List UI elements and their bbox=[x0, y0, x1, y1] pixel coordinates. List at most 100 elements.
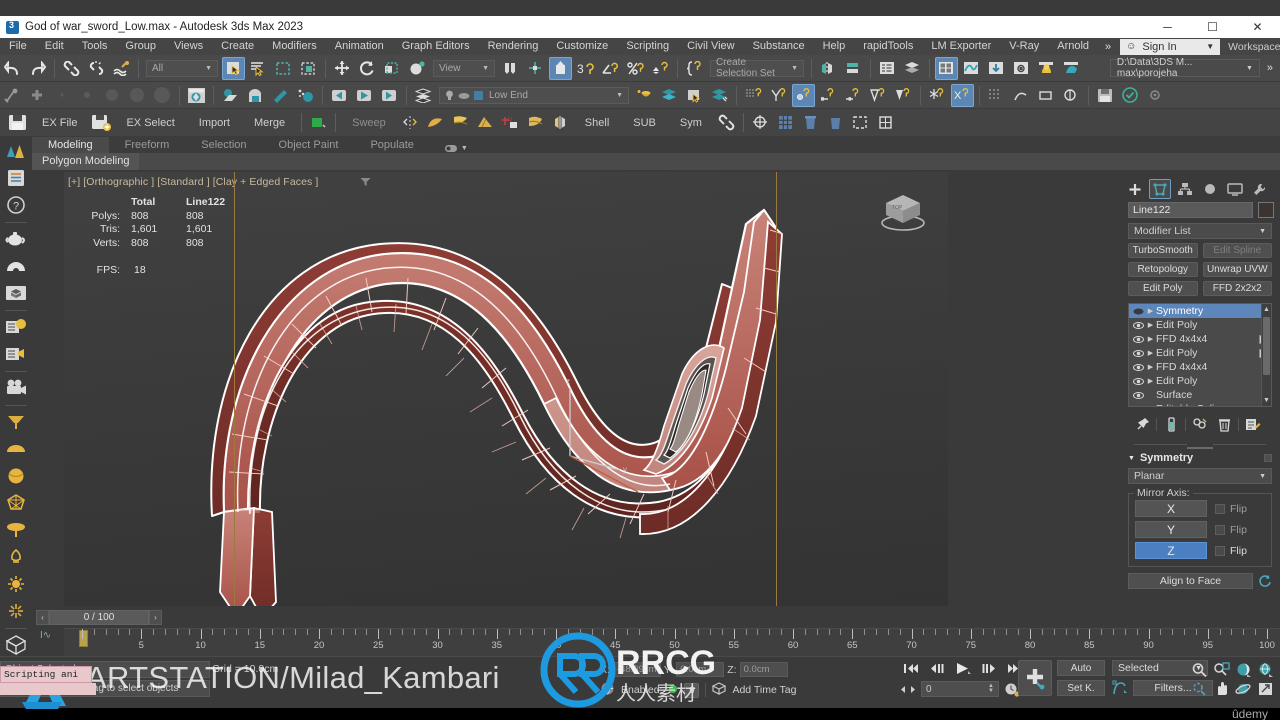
zoom-icon[interactable] bbox=[1188, 660, 1210, 679]
render-frame-window-icon[interactable] bbox=[1010, 57, 1033, 80]
delete-alt-icon[interactable] bbox=[824, 111, 847, 134]
material-editor-icon[interactable] bbox=[935, 56, 958, 80]
save-plus-icon[interactable] bbox=[90, 111, 113, 134]
rollout-grip[interactable] bbox=[1134, 441, 1266, 449]
ribbon-item-merge[interactable]: Merge bbox=[242, 117, 297, 129]
mirror-axis-z-button[interactable]: Z bbox=[1135, 542, 1207, 559]
zoom-all-icon[interactable] bbox=[1210, 660, 1232, 679]
spotlight-icon[interactable] bbox=[3, 409, 29, 435]
modifier-button-edit-poly[interactable]: Edit Poly bbox=[1128, 281, 1198, 296]
select-layer-icon[interactable] bbox=[683, 84, 706, 107]
select-object-icon[interactable] bbox=[222, 56, 245, 80]
frame-nav-icon[interactable] bbox=[900, 684, 916, 695]
visibility-icon[interactable] bbox=[1132, 308, 1145, 315]
menu-item-civil-view[interactable]: Civil View bbox=[678, 38, 743, 55]
next-keyframe-icon[interactable] bbox=[378, 84, 401, 107]
ribbon-item-import[interactable]: Import bbox=[187, 117, 242, 129]
next-frame-button[interactable]: › bbox=[149, 610, 162, 625]
expand-arrow-icon[interactable]: ▶ bbox=[1145, 307, 1156, 315]
set-key-button[interactable] bbox=[1018, 660, 1052, 696]
xy-snap-icon[interactable]: X bbox=[951, 83, 974, 107]
rollout-pin-icon[interactable] bbox=[1264, 454, 1272, 462]
toolbar-overflow-icon[interactable]: » bbox=[1260, 62, 1280, 74]
snap-to-midpoint-icon[interactable] bbox=[792, 83, 815, 107]
undo-icon[interactable] bbox=[1, 57, 24, 80]
help-icon[interactable]: ? bbox=[3, 192, 29, 218]
menu-item-arnold[interactable]: Arnold bbox=[1048, 38, 1098, 55]
key-mode-toggle[interactable]: I∿ bbox=[40, 630, 51, 641]
render-production-icon[interactable] bbox=[1035, 57, 1058, 80]
spline-tools-icon[interactable] bbox=[1010, 84, 1033, 107]
viewcube-small-icon[interactable] bbox=[3, 632, 29, 658]
caddy-icon[interactable] bbox=[1060, 84, 1083, 107]
expand-arrow-icon[interactable]: ▶ bbox=[1145, 321, 1156, 329]
burst-light-icon[interactable] bbox=[3, 598, 29, 624]
render-setup-icon[interactable] bbox=[985, 57, 1008, 80]
modify-tab[interactable] bbox=[1149, 179, 1171, 199]
trees-icon[interactable] bbox=[3, 138, 29, 164]
redo-icon[interactable] bbox=[26, 57, 49, 80]
use-selection-center-icon[interactable] bbox=[524, 57, 547, 80]
current-frame-spinner[interactable]: 0 ▲ ▼ bbox=[921, 681, 999, 697]
teapot-icon[interactable] bbox=[3, 226, 29, 252]
window-crossing-icon[interactable] bbox=[297, 57, 320, 80]
compact-material-editor-icon[interactable] bbox=[1, 84, 24, 107]
toggle-key-mode-icon[interactable] bbox=[600, 681, 615, 699]
select-and-scale-icon[interactable] bbox=[381, 57, 404, 80]
visibility-icon[interactable] bbox=[1132, 363, 1145, 371]
pin-stack-icon[interactable] bbox=[1132, 415, 1152, 433]
camera-setup-icon[interactable] bbox=[3, 341, 29, 367]
expand-arrow-icon[interactable]: ▶ bbox=[1145, 349, 1156, 357]
cut-icon[interactable]: u bbox=[499, 111, 522, 134]
menu-item-vray[interactable]: V-Ray bbox=[1000, 38, 1048, 55]
disc-light-icon[interactable] bbox=[3, 517, 29, 543]
modifier-stack-item-edit-poly-1[interactable]: ▶ Edit Poly bbox=[1129, 318, 1271, 332]
select-by-name-icon[interactable] bbox=[247, 57, 270, 80]
center-pivot-icon[interactable] bbox=[749, 111, 772, 134]
edit-named-selection-sets-icon[interactable] bbox=[683, 57, 706, 80]
menu-item-modifiers[interactable]: Modifiers bbox=[263, 38, 326, 55]
tab-populate[interactable]: Populate bbox=[354, 137, 429, 153]
particle-flow-icon[interactable] bbox=[294, 84, 317, 107]
grid-dots-icon[interactable] bbox=[985, 84, 1008, 107]
scroll-down-icon[interactable]: ▼ bbox=[1262, 395, 1271, 406]
align-to-face-button[interactable]: Align to Face bbox=[1128, 573, 1253, 589]
object-name-input[interactable]: Line122 bbox=[1128, 202, 1253, 218]
select-and-link-icon[interactable] bbox=[60, 57, 83, 80]
expand-arrow-icon[interactable]: ▶ bbox=[1145, 405, 1156, 406]
delete-icon[interactable] bbox=[799, 111, 822, 134]
add-time-tag-label[interactable]: Add Time Tag bbox=[732, 684, 796, 696]
visibility-icon[interactable] bbox=[1132, 377, 1145, 385]
notes-icon[interactable] bbox=[3, 165, 29, 191]
select-and-manipulate-icon[interactable] bbox=[549, 56, 572, 80]
add-light-icon[interactable] bbox=[633, 84, 656, 107]
bend-icon[interactable] bbox=[424, 111, 447, 134]
menu-item-graph-editors[interactable]: Graph Editors bbox=[393, 38, 479, 55]
key-count-button[interactable]: 0 bbox=[684, 682, 700, 698]
bake-to-texture-icon[interactable] bbox=[219, 84, 242, 107]
arc-shape-icon[interactable] bbox=[3, 253, 29, 279]
visibility-icon[interactable] bbox=[1132, 391, 1145, 399]
menu-item-scripting[interactable]: Scripting bbox=[617, 38, 678, 55]
modifier-stack-item-edit-poly-3[interactable]: ▶ Edit Poly bbox=[1129, 374, 1271, 388]
flip-z-checkbox[interactable] bbox=[1215, 545, 1225, 556]
light-setup-icon[interactable] bbox=[3, 314, 29, 340]
timeline-ruler[interactable]: 5 10 15 20 25 30 35 40 45 50 55 60 65 70 75 80 85 90 95 100 bbox=[64, 628, 1280, 658]
chamfer-icon[interactable] bbox=[524, 111, 547, 134]
set-key-toggle-button[interactable]: Set K. bbox=[1057, 680, 1105, 696]
menu-item-group[interactable]: Group bbox=[116, 38, 165, 55]
layer-manager-icon[interactable] bbox=[658, 84, 681, 107]
select-and-move-icon[interactable] bbox=[331, 57, 354, 80]
expand-arrow-icon[interactable]: ▶ bbox=[1145, 377, 1156, 385]
coord-z-input[interactable]: 0.0cm bbox=[739, 662, 788, 677]
create-tab[interactable] bbox=[1124, 179, 1146, 199]
menu-item-help[interactable]: Help bbox=[814, 38, 855, 55]
go-to-start-button[interactable] bbox=[900, 660, 922, 677]
modifier-stack-item-ffd-1[interactable]: ▶ FFD 4x4x4 bbox=[1129, 332, 1271, 346]
zoom-region-icon[interactable] bbox=[1254, 660, 1276, 679]
chevron-down-icon[interactable]: ▼ bbox=[461, 145, 468, 152]
mirror-axis-y-button[interactable]: Y bbox=[1135, 521, 1207, 538]
motion-tab[interactable] bbox=[1199, 179, 1221, 199]
movie-camera-icon[interactable] bbox=[3, 375, 29, 401]
menu-item-file[interactable]: File bbox=[0, 38, 36, 55]
